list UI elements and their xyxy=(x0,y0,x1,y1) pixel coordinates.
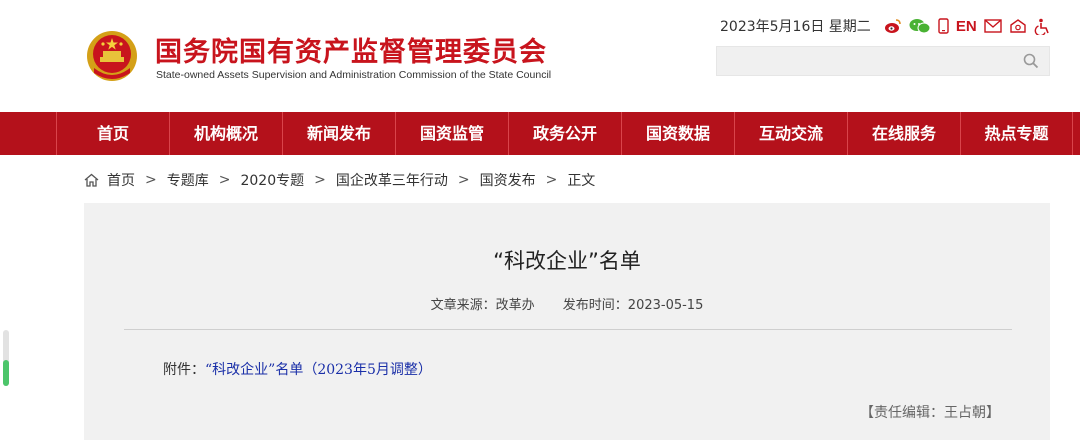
breadcrumb-home[interactable]: 首页 xyxy=(107,170,135,190)
wechat-icon[interactable] xyxy=(909,18,931,34)
breadcrumb-current: 正文 xyxy=(567,173,596,189)
nav-item-online-service[interactable]: 在线服务 xyxy=(847,112,960,155)
mailbox-icon[interactable] xyxy=(1009,18,1027,34)
nav-item-news[interactable]: 新闻发布 xyxy=(282,112,395,155)
search-icon[interactable] xyxy=(1023,53,1039,69)
main-nav: 首页 机构概况 新闻发布 国资监管 政务公开 国资数据 互动交流 在线服务 热点… xyxy=(0,112,1080,155)
breadcrumb-separator: > xyxy=(457,172,470,188)
top-utility-bar: 2023年5月16日 星期二 EN xyxy=(720,14,1050,38)
scroll-progress-bar[interactable] xyxy=(3,330,9,386)
article-meta: 文章来源：改革办 发布时间：2023-05-15 xyxy=(84,294,1050,313)
breadcrumb-sasac-release[interactable]: 国资发布 xyxy=(480,170,536,190)
nav-item-gov-affairs[interactable]: 政务公开 xyxy=(508,112,621,155)
home-icon[interactable] xyxy=(84,173,99,187)
nav-item-home[interactable]: 首页 xyxy=(56,112,169,155)
nav-item-data[interactable]: 国资数据 xyxy=(621,112,734,155)
mail-icon[interactable] xyxy=(983,19,1002,33)
article-source: 文章来源：改革办 xyxy=(430,298,535,313)
article-panel: “科改企业”名单 文章来源：改革办 发布时间：2023-05-15 附件：“科改… xyxy=(84,203,1050,440)
search-box[interactable] xyxy=(716,46,1050,76)
weibo-icon[interactable] xyxy=(884,18,902,34)
divider xyxy=(124,329,1012,330)
site-title[interactable]: 国务院国有资产监督管理委员会 xyxy=(155,30,547,69)
breadcrumb-separator: > xyxy=(545,172,558,188)
english-link[interactable]: EN xyxy=(956,18,977,35)
attachment-label: 附件： xyxy=(163,362,205,378)
article-title: “科改企业”名单 xyxy=(493,249,641,273)
search-input[interactable] xyxy=(725,51,1009,73)
breadcrumb: 首页 > 专题库 > 2020专题 > 国企改革三年行动 > 国资发布 > 正文 xyxy=(84,170,595,190)
article-publish-time: 发布时间：2023-05-15 xyxy=(562,298,704,313)
breadcrumb-separator: > xyxy=(218,172,231,188)
breadcrumb-reform-action[interactable]: 国企改革三年行动 xyxy=(336,170,448,190)
attachment-row: 附件：“科改企业”名单（2023年5月调整） xyxy=(163,359,432,379)
breadcrumb-separator: > xyxy=(145,172,157,188)
scroll-progress-fill xyxy=(3,360,9,386)
nav-item-supervision[interactable]: 国资监管 xyxy=(395,112,508,155)
attachment-link[interactable]: “科改企业”名单（2023年5月调整） xyxy=(205,362,432,378)
national-emblem-icon[interactable] xyxy=(86,30,138,82)
site-subtitle: State-owned Assets Supervision and Admin… xyxy=(156,69,552,81)
breadcrumb-topic-library[interactable]: 专题库 xyxy=(167,170,209,190)
nav-item-about[interactable]: 机构概况 xyxy=(169,112,282,155)
accessibility-icon[interactable] xyxy=(1034,18,1050,35)
mobile-icon[interactable] xyxy=(938,18,949,34)
current-date: 2023年5月16日 星期二 xyxy=(720,19,871,35)
nav-item-interaction[interactable]: 互动交流 xyxy=(734,112,847,155)
responsible-editor: 【责任编辑：王占朝】 xyxy=(860,405,1000,421)
nav-item-topics[interactable]: 热点专题 xyxy=(960,112,1073,155)
breadcrumb-separator: > xyxy=(314,172,326,188)
site-header: 国务院国有资产监督管理委员会 State-owned Assets Superv… xyxy=(0,0,1080,112)
breadcrumb-2020-topics[interactable]: 2020专题 xyxy=(240,170,304,190)
